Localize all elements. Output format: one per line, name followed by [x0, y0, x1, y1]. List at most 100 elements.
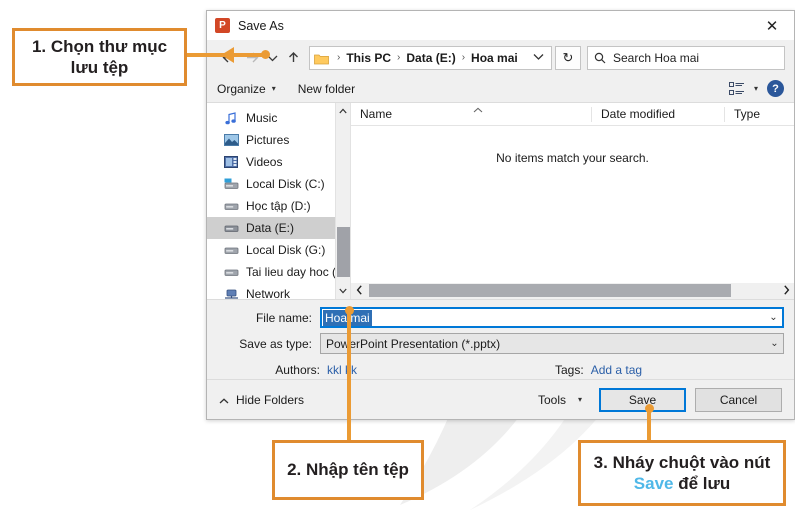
breadcrumb: › This PC › Data (E:) › Hoa mai: [332, 51, 527, 65]
drive-icon: [223, 243, 239, 257]
add-a-tag-link[interactable]: Add a tag: [591, 363, 642, 377]
empty-list-message: No items match your search.: [496, 151, 649, 165]
view-layout-icon[interactable]: [728, 81, 745, 96]
new-folder-label: New folder: [297, 81, 356, 96]
scroll-down-icon[interactable]: [336, 283, 351, 299]
metadata-row: Authors: kkl kk Tags: Add a tag: [217, 359, 784, 381]
dialog-title: Save As: [238, 18, 284, 33]
save-as-type-select[interactable]: PowerPoint Presentation (*.pptx) ⌄: [320, 333, 784, 354]
network-icon: [223, 287, 239, 301]
chevron-down-icon[interactable]: ⌄: [766, 338, 783, 349]
authors-value[interactable]: kkl kk: [327, 363, 357, 377]
callout-step-2-text: 2. Nhập tên tệp: [287, 460, 409, 480]
column-header-date-modified[interactable]: Date modified: [591, 106, 724, 122]
chevron-down-icon[interactable]: ⌄: [765, 312, 782, 323]
tree-item-local-disk-c[interactable]: Local Disk (C:): [207, 173, 335, 195]
organize-label: Organize: [217, 81, 266, 96]
command-toolbar: Organize ▾ New folder ▾ ?: [207, 75, 794, 103]
breadcrumb-separator: ›: [461, 52, 466, 63]
drive-icon: [223, 221, 239, 235]
file-name-label: File name:: [255, 310, 312, 325]
dialog-footer: Hide Folders Tools ▾ Save Cancel: [207, 379, 794, 419]
tree-item-label: Music: [246, 111, 278, 125]
address-bar[interactable]: › This PC › Data (E:) › Hoa mai: [309, 45, 552, 70]
navigation-bar: › This PC › Data (E:) › Hoa mai ↻ Search…: [207, 40, 794, 75]
callout-save-keyword: Save: [633, 474, 674, 493]
scroll-left-icon[interactable]: [351, 285, 367, 297]
callout-step-3-tail: để lưu: [673, 474, 731, 493]
save-as-dialog: P Save As ✕ › This PC › Data (E:) › Hoa …: [206, 10, 795, 420]
powerpoint-icon: P: [215, 18, 230, 33]
tree-item-network[interactable]: Network: [207, 283, 335, 305]
tree-item-data-e[interactable]: Data (E:): [207, 217, 335, 239]
title-bar: P Save As ✕: [207, 11, 794, 40]
callout-step-3-line2: Save để lưu: [634, 473, 730, 494]
save-as-type-row: Save as type: PowerPoint Presentation (*…: [217, 333, 784, 354]
connector-dot-step3: [645, 404, 654, 413]
save-button[interactable]: Save: [599, 387, 686, 412]
hide-folders-label: Hide Folders: [236, 392, 305, 407]
tree-vertical-scrollbar[interactable]: [335, 103, 350, 299]
close-icon[interactable]: ✕: [750, 11, 794, 40]
breadcrumb-item-hoa-mai[interactable]: Hoa mai: [470, 51, 519, 65]
callout-step-1: 1. Chọn thư mục lưu tệp: [12, 28, 187, 86]
file-list-pane: Name Date modified Type No items match y…: [350, 103, 794, 299]
tree-item-music[interactable]: Music: [207, 107, 335, 129]
breadcrumb-separator: ›: [337, 52, 341, 63]
callout-step-1-text: 1. Chọn thư mục lưu tệp: [31, 36, 168, 77]
scroll-up-icon[interactable]: [336, 103, 351, 119]
tree-item-local-disk-g[interactable]: Local Disk (G:): [207, 239, 335, 261]
breadcrumb-separator: ›: [397, 52, 401, 63]
scrollbar-thumb[interactable]: [369, 284, 731, 297]
tree-item-label: Tai lieu day hoc (: [246, 265, 337, 279]
save-form: File name: Hoa mai ⌄ Save as type: Power…: [207, 299, 794, 381]
column-header-name[interactable]: Name: [351, 107, 591, 122]
chevron-down-icon: ▾: [577, 395, 582, 404]
scroll-right-icon[interactable]: [778, 285, 794, 297]
tree-item-label: Học tập (D:): [246, 199, 311, 213]
drive-icon: [223, 265, 239, 279]
videos-icon: [223, 155, 239, 169]
organize-button[interactable]: Organize ▾: [217, 82, 276, 96]
new-folder-button[interactable]: New folder: [298, 82, 355, 96]
file-list-horizontal-scrollbar[interactable]: [351, 283, 794, 299]
search-icon: [594, 52, 606, 63]
tree-item-hoc-tap-d[interactable]: Học tập (D:): [207, 195, 335, 217]
dialog-body: Music Pictures Videos Local Disk (C:) Họ…: [207, 103, 794, 301]
scrollbar-track[interactable]: [336, 119, 351, 283]
forward-arrow-icon: [240, 45, 264, 71]
cancel-button[interactable]: Cancel: [695, 387, 782, 412]
column-headers: Name Date modified Type: [351, 103, 794, 126]
breadcrumb-item-this-pc[interactable]: This PC: [345, 51, 392, 65]
drive-icon: [223, 199, 239, 213]
tree-item-pictures[interactable]: Pictures: [207, 129, 335, 151]
scrollbar-thumb[interactable]: [336, 227, 350, 277]
connector-dot-step1: [261, 50, 270, 59]
hide-folders-button[interactable]: Hide Folders: [219, 393, 304, 407]
chevron-down-icon[interactable]: [527, 52, 549, 63]
connector-dot-step2: [345, 306, 354, 315]
search-input[interactable]: Search Hoa mai: [587, 45, 785, 70]
tree-item-label: Pictures: [246, 133, 290, 147]
tree-item-label: Data (E:): [246, 221, 295, 235]
tree-item-videos[interactable]: Videos: [207, 151, 335, 173]
tree-item-label: Local Disk (G:): [246, 243, 326, 257]
up-arrow-icon[interactable]: [281, 45, 305, 71]
callout-step-2: 2. Nhập tên tệp: [272, 440, 424, 500]
chevron-down-icon[interactable]: ▾: [754, 84, 758, 93]
column-header-type[interactable]: Type: [724, 106, 794, 122]
navigation-tree: Music Pictures Videos Local Disk (C:) Họ…: [207, 103, 337, 301]
help-icon[interactable]: ?: [767, 80, 784, 97]
tree-item-label: Videos: [246, 155, 283, 169]
callout-step-3-line1: 3. Nháy chuột vào nút: [593, 452, 771, 472]
tree-item-label: Local Disk (C:): [246, 177, 325, 191]
refresh-icon[interactable]: ↻: [555, 45, 581, 70]
scrollbar-track[interactable]: [367, 283, 778, 299]
tools-label: Tools: [537, 392, 566, 407]
tree-item-tai-lieu-day-hoc[interactable]: Tai lieu day hoc (: [207, 261, 337, 283]
breadcrumb-item-data-e[interactable]: Data (E:): [405, 51, 456, 65]
file-name-input[interactable]: Hoa mai ⌄: [320, 307, 784, 328]
footer-buttons: Tools ▾ Save Cancel: [538, 387, 782, 412]
tools-button[interactable]: Tools ▾: [538, 393, 582, 407]
arrowhead-step1: [221, 47, 234, 63]
